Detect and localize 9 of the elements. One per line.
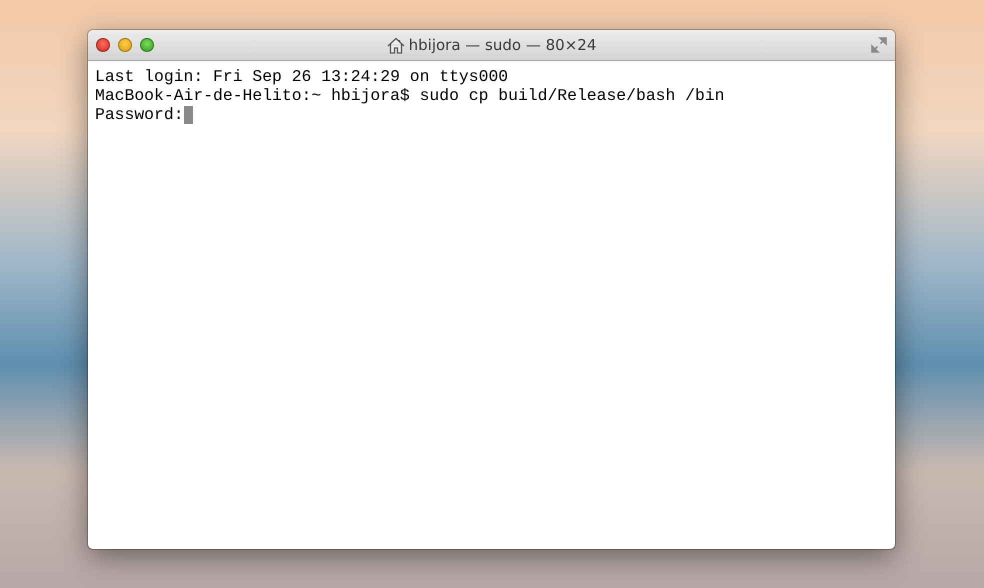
minimize-button[interactable]: [118, 38, 132, 52]
terminal-line: MacBook-Air-de-Helito:~ hbijora$ sudo cp build/Release/bash /bin: [95, 86, 725, 105]
home-icon: [386, 36, 405, 54]
fullscreen-icon[interactable]: [871, 37, 887, 53]
terminal-line: Last login: Fri Sep 26 13:24:29 on ttys000: [95, 67, 508, 86]
close-button[interactable]: [96, 38, 110, 52]
window-title: hbijora — sudo — 80×24: [408, 36, 596, 54]
zoom-button[interactable]: [140, 38, 154, 52]
terminal-line: Password:: [95, 105, 184, 124]
